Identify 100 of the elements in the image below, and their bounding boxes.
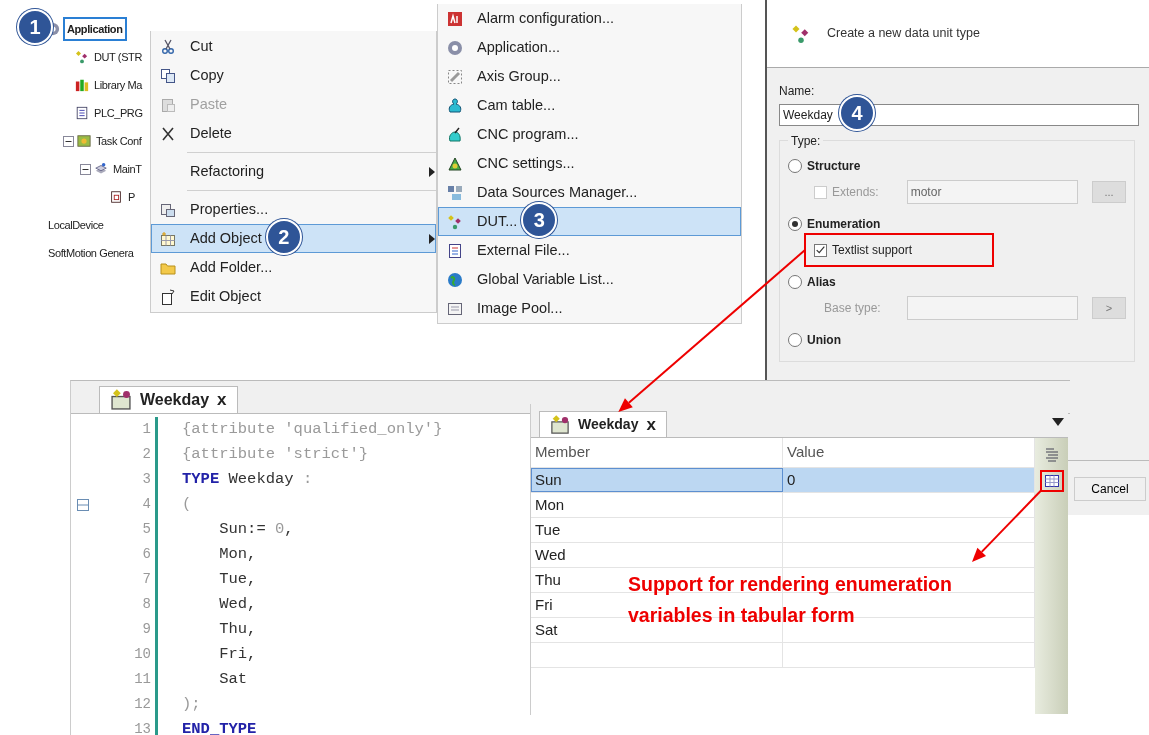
menu-item[interactable]: Refactoring <box>151 157 436 186</box>
books-icon <box>75 78 89 92</box>
menu-item[interactable]: Global Variable List... <box>438 265 741 294</box>
menu-item[interactable]: Axis Group... <box>438 62 741 91</box>
grid-icon <box>160 230 176 247</box>
table-cell[interactable]: Fri <box>535 593 553 617</box>
code-line: Sat <box>218 668 248 690</box>
line-number: 5 <box>141 520 151 539</box>
dropdown-icon[interactable] <box>1052 418 1064 426</box>
tree-item[interactable]: Application <box>63 16 127 42</box>
tree-item[interactable]: SoftMotion Genera <box>46 242 136 264</box>
code-line: Mon, <box>218 543 257 565</box>
cut-icon <box>160 38 176 55</box>
code-line: Sun:= 0, <box>218 518 294 540</box>
line-number: 11 <box>133 670 151 689</box>
table-cell[interactable]: Sun <box>535 468 562 492</box>
gear-icon <box>447 39 463 56</box>
radio-button[interactable] <box>788 333 802 347</box>
checkbox[interactable] <box>814 243 827 257</box>
tab-icon <box>550 414 570 435</box>
collapse-icon[interactable] <box>63 135 74 147</box>
menu-item[interactable]: Alarm configuration... <box>438 4 741 33</box>
table-cell[interactable]: Mon <box>535 493 565 517</box>
copy-icon <box>160 67 176 84</box>
cancel-button[interactable]: Cancel <box>1074 477 1146 501</box>
option-label: Structure <box>807 158 861 175</box>
menu-item[interactable]: CNC program... <box>438 120 741 149</box>
table-cell[interactable]: Tue <box>535 518 561 542</box>
paste-icon <box>160 96 176 113</box>
shapes-icon <box>75 50 89 64</box>
text-list-icon <box>1043 447 1060 463</box>
tree-item[interactable]: PLC_PRG <box>92 102 145 124</box>
tree-item[interactable]: LocalDevice <box>46 214 106 236</box>
menu-item[interactable]: Copy <box>151 61 436 90</box>
line-number: 9 <box>141 620 151 639</box>
step-badge: 1 <box>17 9 53 45</box>
menu-item[interactable]: CNC settings... <box>438 149 741 178</box>
line-number: 13 <box>133 720 151 735</box>
cnc-icon <box>447 126 463 143</box>
alarm-icon <box>447 10 463 27</box>
menu-item[interactable]: Image Pool... <box>438 294 741 323</box>
table-cell[interactable]: 0 <box>787 468 796 492</box>
tree-item[interactable]: MainT <box>111 158 144 180</box>
line-number: 3 <box>141 470 151 489</box>
menu-item[interactable]: Edit Object <box>151 282 436 311</box>
line-number: 4 <box>141 495 151 514</box>
cam-icon <box>447 97 463 114</box>
collapse-icon[interactable] <box>80 163 91 175</box>
code-line: TYPE Weekday : <box>182 468 313 490</box>
globe-icon <box>447 271 463 288</box>
tree-item[interactable]: P <box>126 186 137 208</box>
code-line: END_TYPE <box>182 718 257 735</box>
table-cell[interactable]: Wed <box>535 543 566 567</box>
cnc-settings-icon <box>447 155 463 172</box>
table-cell[interactable]: Thu <box>535 568 561 592</box>
base-type-field[interactable] <box>906 296 1078 320</box>
fold-icon[interactable] <box>77 498 89 511</box>
line-number: 10 <box>133 645 151 664</box>
table-icon <box>1043 473 1060 489</box>
stack-icon <box>94 162 108 176</box>
menu-item[interactable]: External File... <box>438 236 741 265</box>
document-icon <box>75 106 89 120</box>
axis-icon <box>447 68 463 85</box>
select-button[interactable]: > <box>1092 297 1126 319</box>
option-label: Enumeration <box>807 216 881 233</box>
delete-icon <box>160 125 176 142</box>
radio-button[interactable] <box>788 217 802 231</box>
line-number: 6 <box>141 545 151 564</box>
code-line: ); <box>182 693 201 715</box>
menu-item[interactable]: Application... <box>438 33 741 62</box>
menu-item[interactable]: Cam table... <box>438 91 741 120</box>
editor-tab[interactable]: Weekday x <box>99 386 238 413</box>
radio-button[interactable] <box>788 275 802 289</box>
highlighted-toolbar-button[interactable] <box>1039 470 1064 492</box>
annotation-text: Support for rendering enumeration variables in tabular form <box>628 572 953 628</box>
code-line: Tue, <box>218 568 257 590</box>
line-number: 1 <box>141 420 151 439</box>
field-label: Name: <box>779 83 816 100</box>
line-number: 2 <box>141 445 151 464</box>
tree-item[interactable]: Task Conf <box>94 130 144 152</box>
close-button[interactable]: x <box>646 411 656 438</box>
tree-item[interactable]: DUT (STR <box>92 46 144 68</box>
table-tab[interactable]: Weekday x <box>539 411 667 437</box>
checkbox-label: Textlist support <box>832 242 913 259</box>
menu-item[interactable]: Add Folder... <box>151 253 436 282</box>
tree-item[interactable]: Library Ma <box>92 74 144 96</box>
radio-button[interactable] <box>788 159 802 173</box>
menu-item[interactable]: Cut <box>151 32 436 61</box>
table-cell[interactable]: Sat <box>535 618 558 642</box>
code-line: Fri, <box>218 643 257 665</box>
close-button[interactable]: x <box>217 387 227 413</box>
document-icon <box>160 288 176 305</box>
checkbox-label: Extends: <box>832 184 879 201</box>
line-number: 7 <box>141 570 151 589</box>
image-pool-icon <box>447 300 463 317</box>
code-line: {attribute 'qualified_only'} <box>182 418 443 440</box>
tab-icon <box>110 389 132 411</box>
code-line: {attribute 'strict'} <box>182 443 369 465</box>
document-icon <box>447 242 463 259</box>
menu-item[interactable]: Delete <box>151 119 436 148</box>
